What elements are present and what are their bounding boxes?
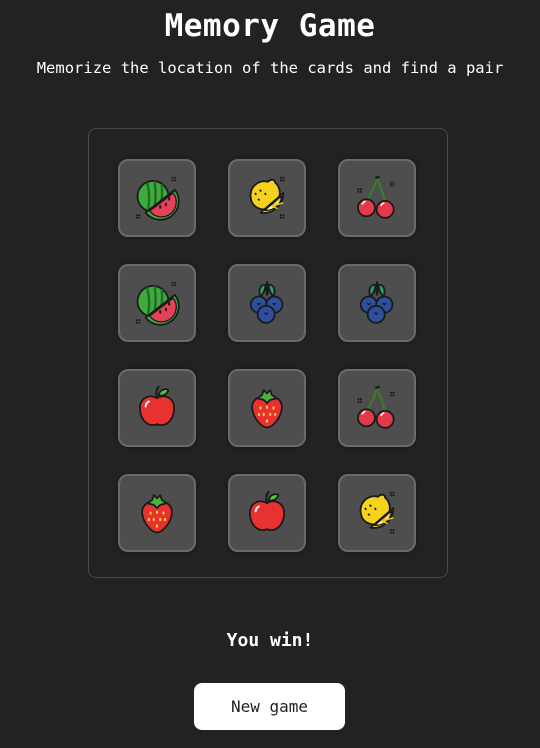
- memory-card[interactable]: [338, 264, 416, 342]
- game-page: Memory Game Memorize the location of the…: [0, 0, 540, 748]
- memory-card[interactable]: [118, 264, 196, 342]
- memory-card[interactable]: [118, 474, 196, 552]
- lemon-icon: [249, 176, 285, 219]
- lemon-icon: [359, 491, 395, 534]
- memory-card[interactable]: [118, 159, 196, 237]
- win-status: You win!: [226, 630, 314, 651]
- cherry-icon: [357, 385, 395, 429]
- cherry-icon: [357, 175, 395, 219]
- page-title: Memory Game: [164, 8, 376, 44]
- blueberry-icon: [359, 280, 394, 324]
- strawberry-icon: [251, 389, 283, 429]
- apple-icon: [139, 385, 175, 426]
- memory-card[interactable]: [338, 369, 416, 447]
- watermelon-icon: [135, 281, 180, 326]
- new-game-button[interactable]: New game: [194, 683, 345, 730]
- memory-card[interactable]: [338, 159, 416, 237]
- page-subtitle: Memorize the location of the cards and f…: [36, 59, 504, 77]
- watermelon-icon: [135, 176, 180, 221]
- memory-card[interactable]: [228, 264, 306, 342]
- memory-card[interactable]: [338, 474, 416, 552]
- strawberry-icon: [141, 494, 173, 534]
- memory-card[interactable]: [118, 369, 196, 447]
- memory-card[interactable]: [228, 474, 306, 552]
- apple-icon: [249, 490, 285, 531]
- memory-card[interactable]: [228, 369, 306, 447]
- blueberry-icon: [249, 280, 284, 324]
- memory-card[interactable]: [228, 159, 306, 237]
- card-board: [88, 128, 448, 578]
